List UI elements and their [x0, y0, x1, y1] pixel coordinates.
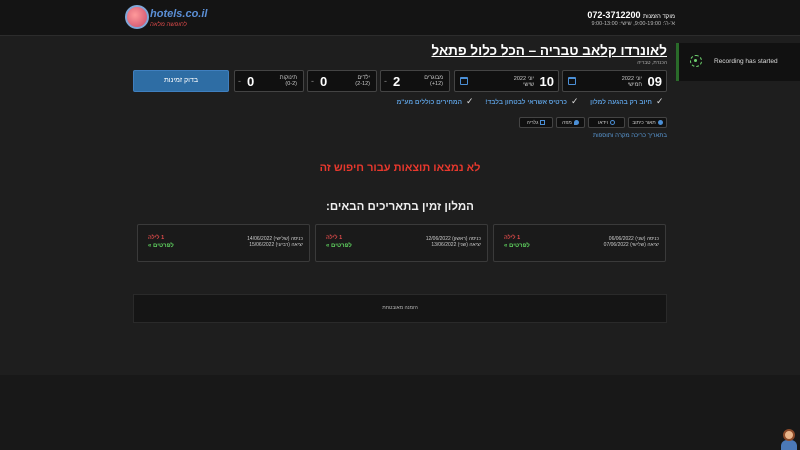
no-results-message: לא נמצאו תוצאות עבור חיפוש זה — [319, 162, 481, 174]
phone-line[interactable]: מוקד הזמנות 072-3712200 — [587, 10, 675, 20]
infants-age-range: (0-2) — [285, 81, 297, 87]
header-contact: מוקד הזמנות 072-3712200 א'-ה': 9:00-19:0… — [587, 10, 675, 27]
calendar-icon — [460, 77, 468, 85]
details-link[interactable]: לפרטים » — [504, 243, 530, 249]
phone-number[interactable]: 072-3712200 — [587, 10, 640, 20]
nights-count: 1 לילה — [148, 235, 165, 241]
image-icon — [540, 120, 546, 126]
logo-badge — [125, 5, 149, 29]
adults-stepper[interactable]: מבוגרים (12+) 2 - — [380, 70, 450, 92]
secure-booking-banner: הזמנה מאובטחת — [133, 294, 667, 323]
tab-description-label: תאור כיתוב — [632, 120, 656, 126]
infants-value: 0 — [247, 74, 255, 89]
breadcrumb[interactable]: הכנרת, טבריה — [637, 60, 667, 66]
feature-vat-included: המחירים כוללים מע"מ — [396, 99, 462, 106]
info-icon — [657, 120, 663, 126]
support-agent-avatar[interactable] — [779, 427, 799, 450]
secure-booking-text: הזמנה מאובטחת — [382, 305, 418, 311]
infants-stepper[interactable]: תינוקות (0-2) 0 - — [234, 70, 304, 92]
children-age-range: (2-12) — [355, 81, 370, 87]
children-decrease-button[interactable]: - — [311, 76, 314, 86]
opening-hours: א'-ה': 9:00-19:00, שישי: 9:00-13:00 — [591, 21, 675, 27]
map-pin-icon — [573, 120, 579, 126]
tab-video[interactable]: וידאו — [588, 117, 625, 128]
toast-message: Recording has started — [714, 58, 778, 65]
checkout-date: יציאה (שלישי) 07/06/2022 — [603, 242, 659, 248]
infants-decrease-button[interactable]: - — [238, 76, 241, 86]
agent-head — [783, 429, 795, 441]
details-link[interactable]: לפרטים » — [326, 243, 352, 249]
available-dates-title: המלון זמין בתאריכים הבאים: — [326, 201, 474, 213]
compare-link[interactable]: בתאריך כריכה מקרה ותוספות — [593, 133, 667, 139]
page-footer — [0, 375, 800, 450]
checkout-date-picker[interactable]: 10 יוני 2022 שישי — [454, 70, 559, 92]
check-icon: ✓ — [656, 96, 664, 106]
site-header: hotels.co.il לחופשה מלאה מוקד הזמנות 072… — [0, 0, 800, 36]
children-stepper[interactable]: ילדים (2-12) 0 - — [307, 70, 377, 92]
adults-value: 2 — [393, 74, 401, 89]
tab-description[interactable]: תאור כיתוב — [628, 117, 667, 128]
checkin-weekday: חמישי — [627, 82, 642, 88]
phone-label: מוקד הזמנות — [643, 14, 675, 20]
checkout-date: יציאה (שני) 13/06/2022 — [431, 242, 481, 248]
checkout-weekday: שישי — [523, 82, 534, 88]
tab-gallery-label: גלריה — [526, 120, 539, 126]
check-icon: ✓ — [466, 96, 474, 106]
checkout-day: 10 — [539, 74, 554, 89]
check-availability-button[interactable]: בדוק זמינות — [133, 70, 229, 92]
checkout-date: יציאה (רביעי) 15/06/2022 — [249, 242, 303, 248]
checkin-day: 09 — [647, 74, 662, 89]
children-value: 0 — [320, 74, 328, 89]
recording-icon — [690, 55, 702, 67]
date-option-card[interactable]: כניסה (שני) 06/06/2022 יציאה (שלישי) 07/… — [493, 224, 666, 262]
logo-slogan: לחופשה מלאה — [150, 22, 187, 28]
adults-age-range: (12+) — [429, 81, 443, 87]
video-icon — [609, 120, 615, 126]
check-icon: ✓ — [571, 96, 579, 106]
tab-gallery[interactable]: גלריה — [519, 117, 553, 128]
tab-video-label: וידאו — [598, 120, 608, 126]
details-link[interactable]: לפרטים » — [148, 243, 174, 249]
agent-body — [781, 440, 797, 450]
date-option-card[interactable]: כניסה (שלישי) 14/06/2022 יציאה (רביעי) 1… — [137, 224, 310, 262]
feature-card-guarantee: כרטיס אשראי לבטחון בלבד! — [485, 99, 567, 106]
calendar-icon — [568, 77, 576, 85]
tab-map[interactable]: מפה — [556, 117, 585, 128]
checkin-date-picker[interactable]: 09 יוני 2022 חמישי — [562, 70, 667, 92]
page-title[interactable]: לאונרדו קלאב טבריה – הכל כלול פתאל — [432, 43, 667, 58]
recording-toast: Recording has started — [676, 43, 800, 81]
nights-count: 1 לילה — [326, 235, 343, 241]
tab-map-label: מפה — [562, 120, 572, 126]
adults-decrease-button[interactable]: - — [384, 76, 387, 86]
site-logo[interactable]: hotels.co.il לחופשה מלאה — [125, 5, 207, 33]
nights-count: 1 לילה — [504, 235, 521, 241]
logo-text: hotels.co.il — [150, 8, 208, 20]
date-option-card[interactable]: כניסה (ראשון) 12/06/2022 יציאה (שני) 13/… — [315, 224, 488, 262]
feature-pay-on-arrival: חיוב רק בהגעה למלון — [590, 99, 652, 106]
